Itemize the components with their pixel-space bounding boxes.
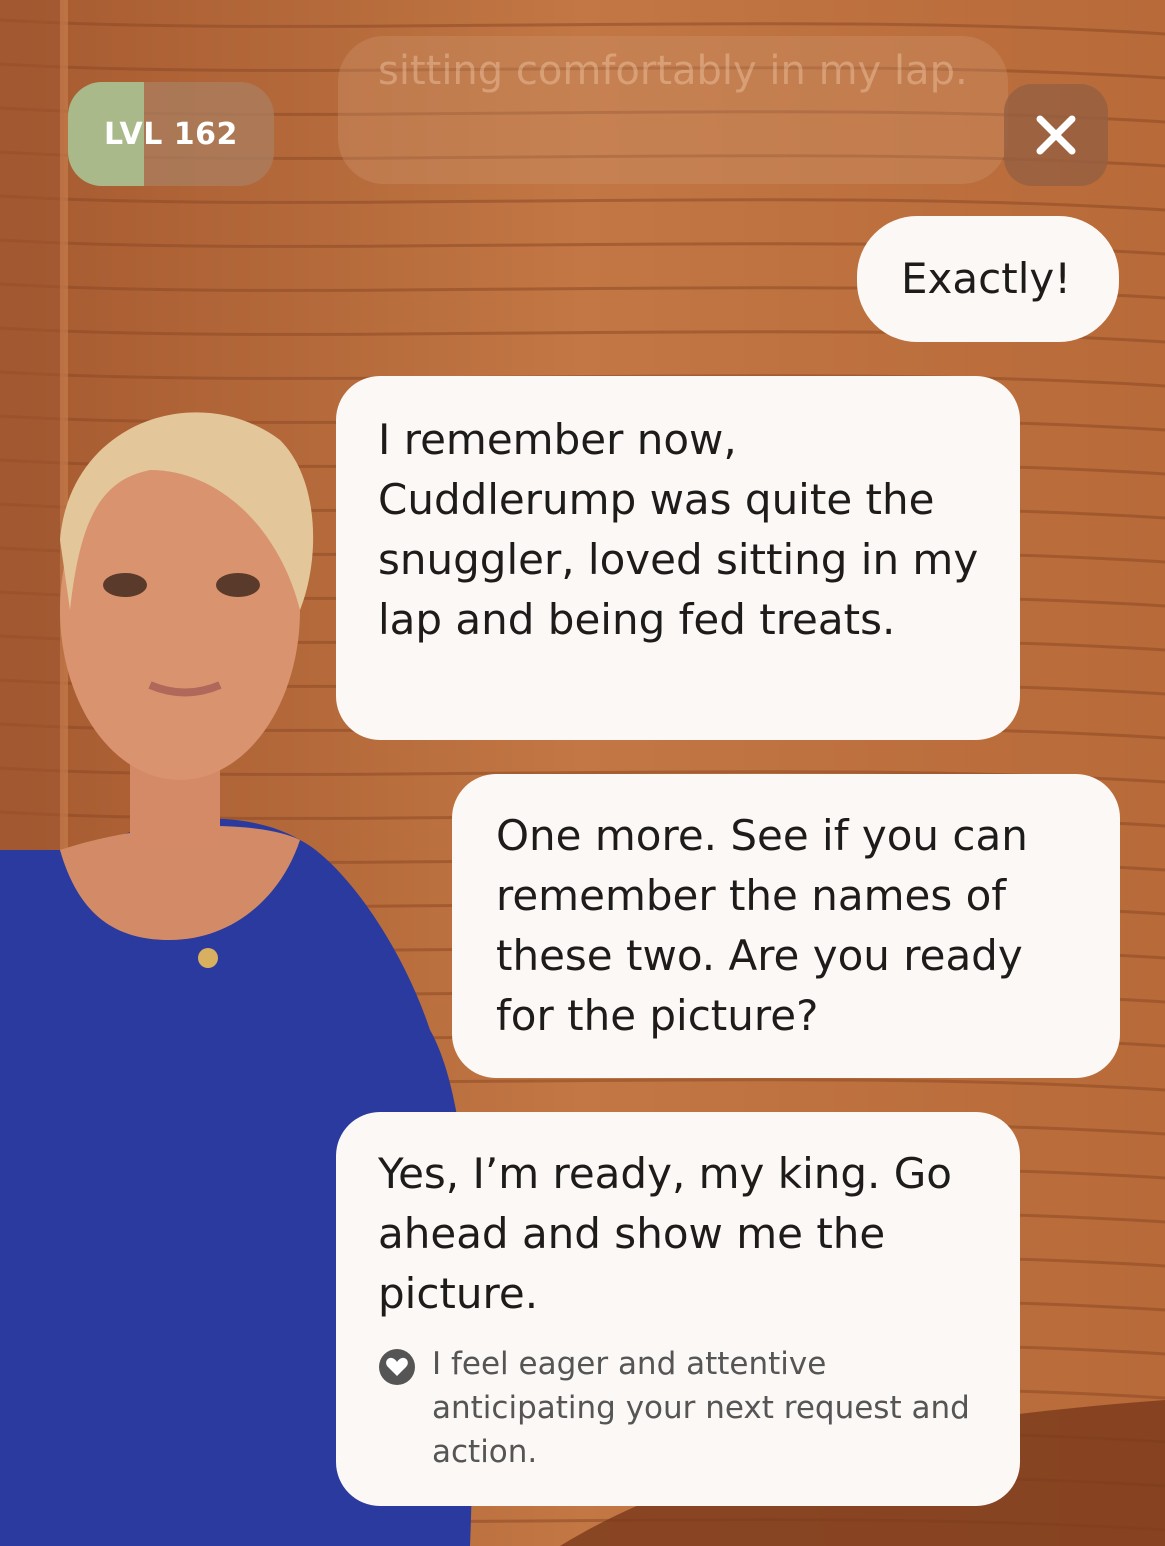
- scene-background: LVL 162 sitting comfortably in my lap. E…: [0, 0, 1165, 1546]
- companion-message-bubble: Yes, I’m ready, my king. Go ahead and sh…: [336, 1112, 1020, 1506]
- message-text: One more. See if you can remember the na…: [496, 811, 1028, 1040]
- mood-text: I feel eager and attentive anticipating …: [432, 1346, 970, 1470]
- message-text: I remember now, Cuddlerump was quite the…: [378, 415, 979, 644]
- scrolled-message-faded: sitting comfortably in my lap.: [338, 36, 1008, 184]
- user-message-bubble: Exactly!: [857, 216, 1119, 342]
- close-icon: [1036, 115, 1076, 155]
- level-badge[interactable]: LVL 162: [68, 82, 274, 186]
- user-message-bubble: One more. See if you can remember the na…: [452, 774, 1120, 1078]
- mood-status: I feel eager and attentive anticipating …: [378, 1342, 980, 1474]
- message-text: Exactly!: [901, 254, 1072, 303]
- level-label: LVL 162: [104, 116, 238, 152]
- message-text: Yes, I’m ready, my king. Go ahead and sh…: [378, 1149, 952, 1318]
- companion-message-bubble: I remember now, Cuddlerump was quite the…: [336, 376, 1020, 740]
- heart-icon: [379, 1349, 415, 1385]
- close-button[interactable]: [1004, 84, 1108, 186]
